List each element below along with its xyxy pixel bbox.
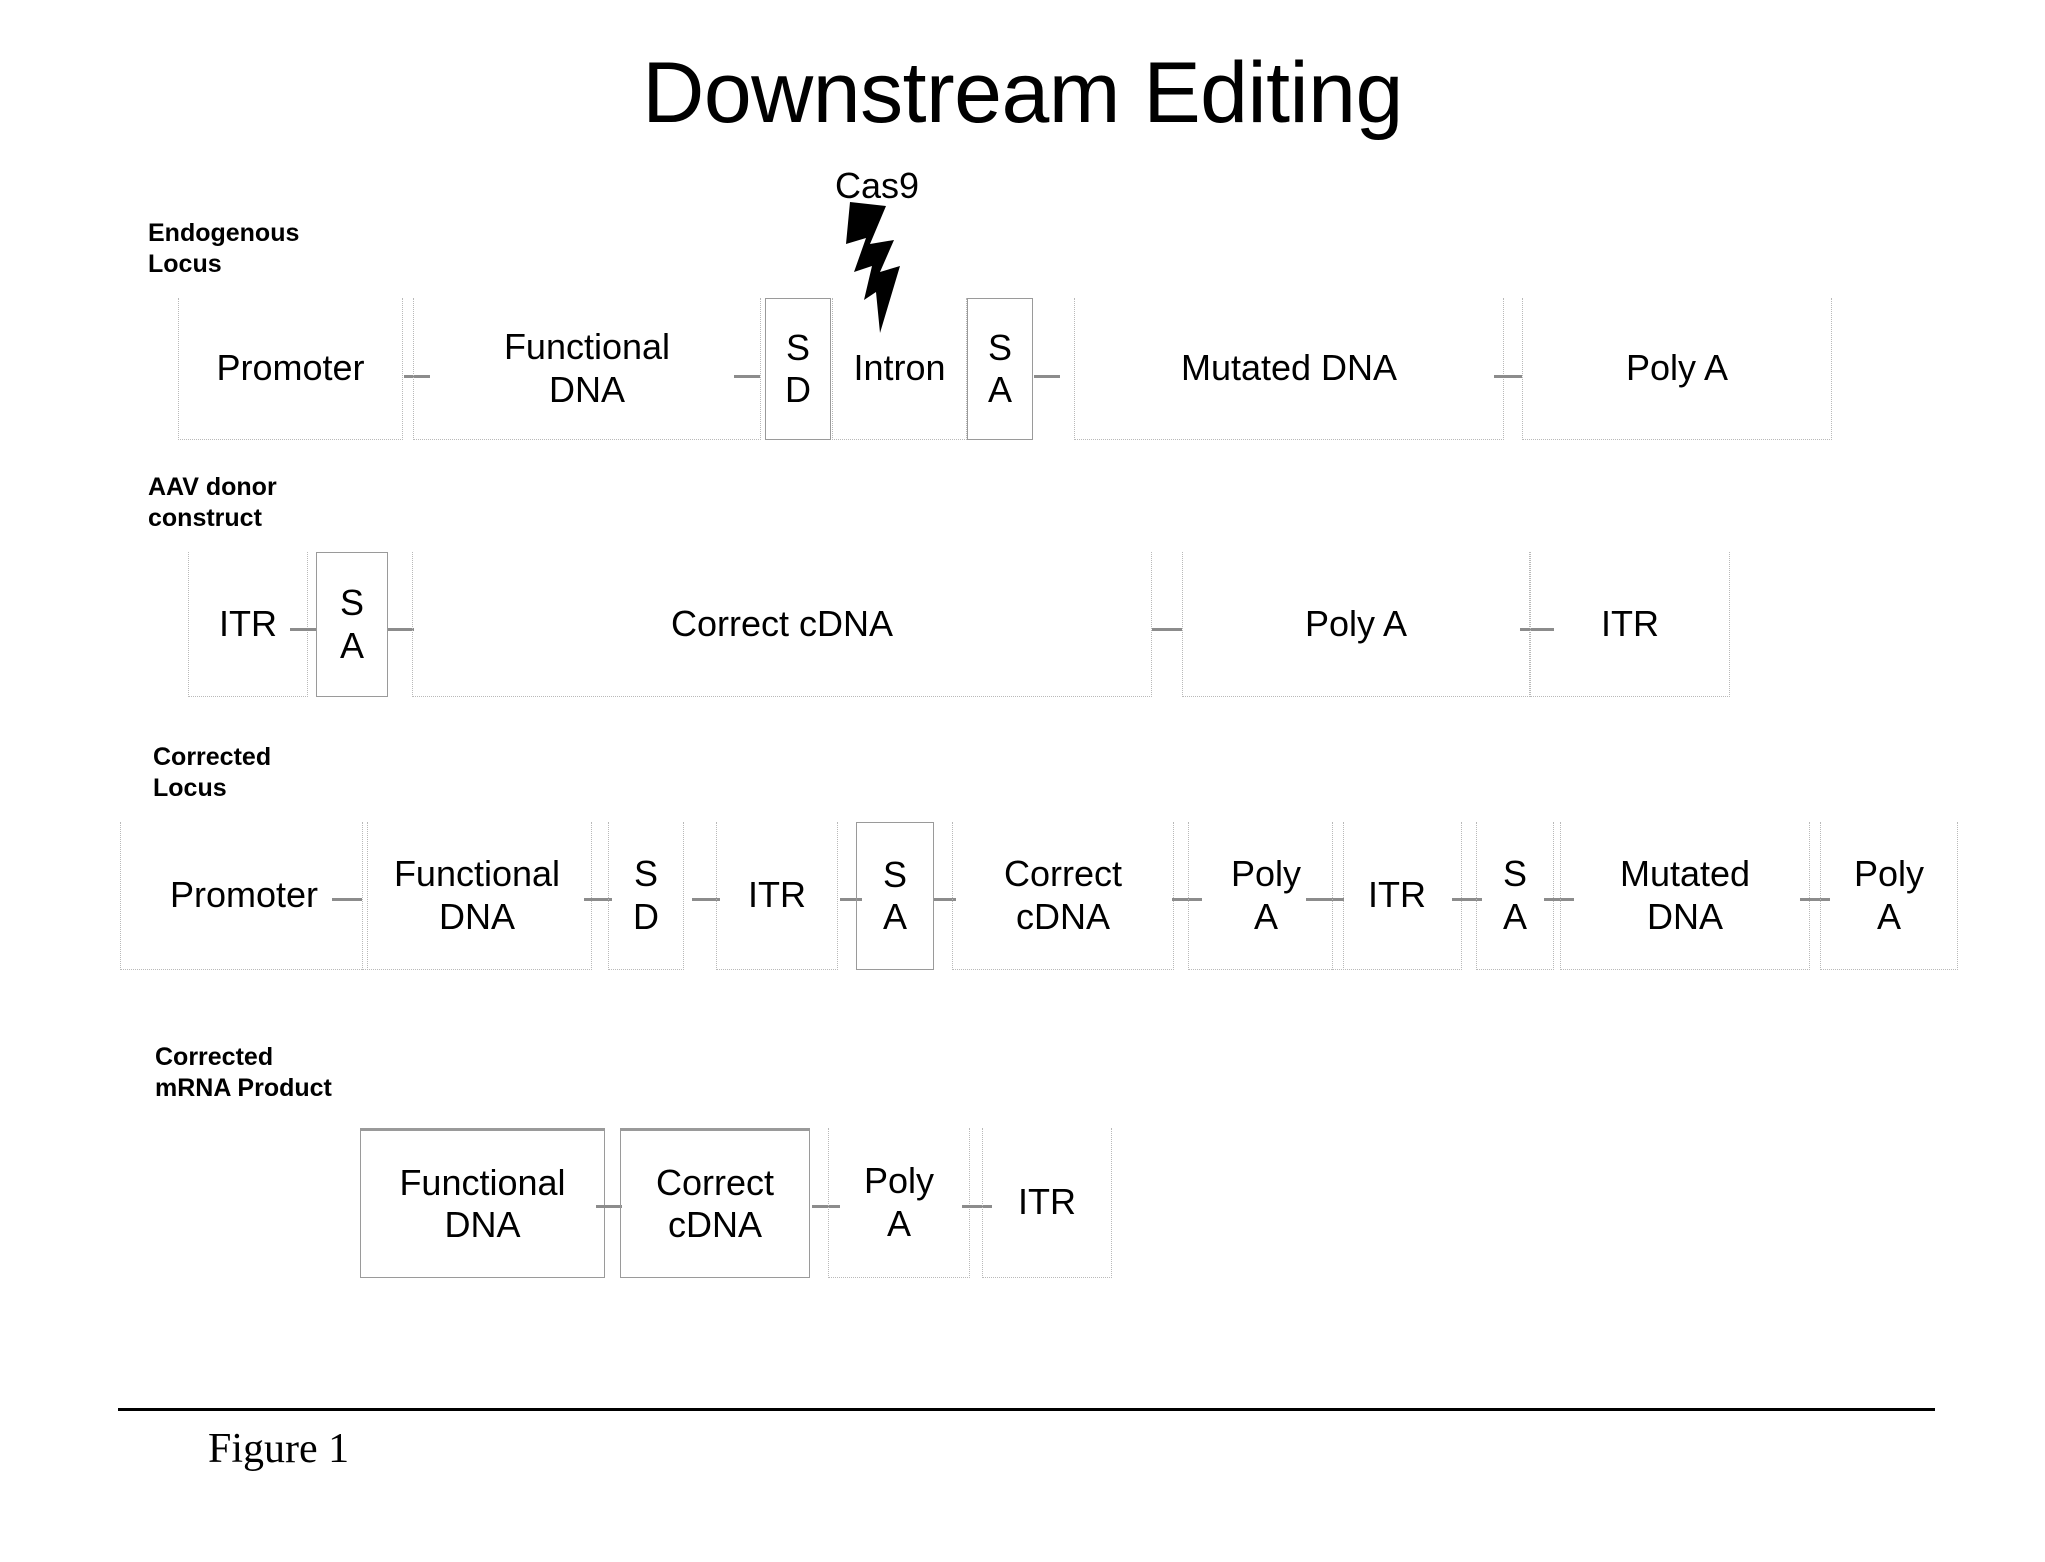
row-label-endogenous-locus: Endogenous Locus — [148, 219, 300, 278]
segment-poly-a-1: Poly A — [1188, 822, 1344, 970]
segment-itr-1: ITR — [716, 822, 838, 970]
row-label-aav-donor-construct: AAV donor construct — [148, 473, 277, 532]
segment-functional-dna: Functional DNA — [413, 298, 761, 440]
segment-itr-2: ITR — [1332, 822, 1462, 970]
connector — [596, 1205, 622, 1208]
segment-correct-cdna: Correct cDNA — [412, 552, 1152, 697]
segment-splice-acceptor: S A — [316, 552, 388, 697]
segment-functional-dna: Functional DNA — [362, 822, 592, 970]
segment-mutated-dna: Mutated DNA — [1074, 298, 1504, 440]
segment-poly-a: Poly A — [1182, 552, 1530, 697]
segment-intron: Intron — [832, 298, 967, 440]
segment-poly-a: Poly A — [1522, 298, 1832, 440]
segment-correct-cdna: Correct cDNA — [952, 822, 1174, 970]
segment-correct-cdna: Correct cDNA — [620, 1128, 810, 1278]
segment-promoter: Promoter — [120, 822, 368, 970]
connector — [290, 628, 316, 631]
segment-splice-acceptor: S A — [967, 298, 1033, 440]
figure-page: Downstream Editing Cas9 Endogenous Locus… — [0, 0, 2045, 1562]
segment-mutated-dna: Mutated DNA — [1560, 822, 1810, 970]
segment-poly-a-2: Poly A — [1820, 822, 1958, 970]
connector — [1152, 628, 1182, 631]
segment-splice-acceptor-1: S A — [856, 822, 934, 970]
connector — [734, 375, 760, 378]
connector — [1034, 375, 1060, 378]
connector — [1494, 375, 1522, 378]
segment-splice-donor: S D — [765, 298, 831, 440]
segment-itr-right: ITR — [1530, 552, 1730, 697]
connector — [388, 628, 414, 631]
caption-divider — [118, 1408, 1935, 1411]
connector — [332, 898, 362, 901]
segment-itr: ITR — [982, 1128, 1112, 1278]
segment-splice-acceptor-2: S A — [1476, 822, 1554, 970]
figure-caption: Figure 1 — [208, 1426, 350, 1472]
segment-splice-donor: S D — [608, 822, 684, 970]
segment-itr-left: ITR — [188, 552, 308, 697]
segment-promoter: Promoter — [178, 298, 403, 440]
page-title: Downstream Editing — [642, 45, 1403, 141]
segment-poly-a: Poly A — [828, 1128, 970, 1278]
row-label-corrected-mrna-product: Corrected mRNA Product — [155, 1043, 332, 1102]
segment-functional-dna: Functional DNA — [360, 1128, 605, 1278]
row-label-corrected-locus: Corrected Locus — [153, 743, 272, 802]
